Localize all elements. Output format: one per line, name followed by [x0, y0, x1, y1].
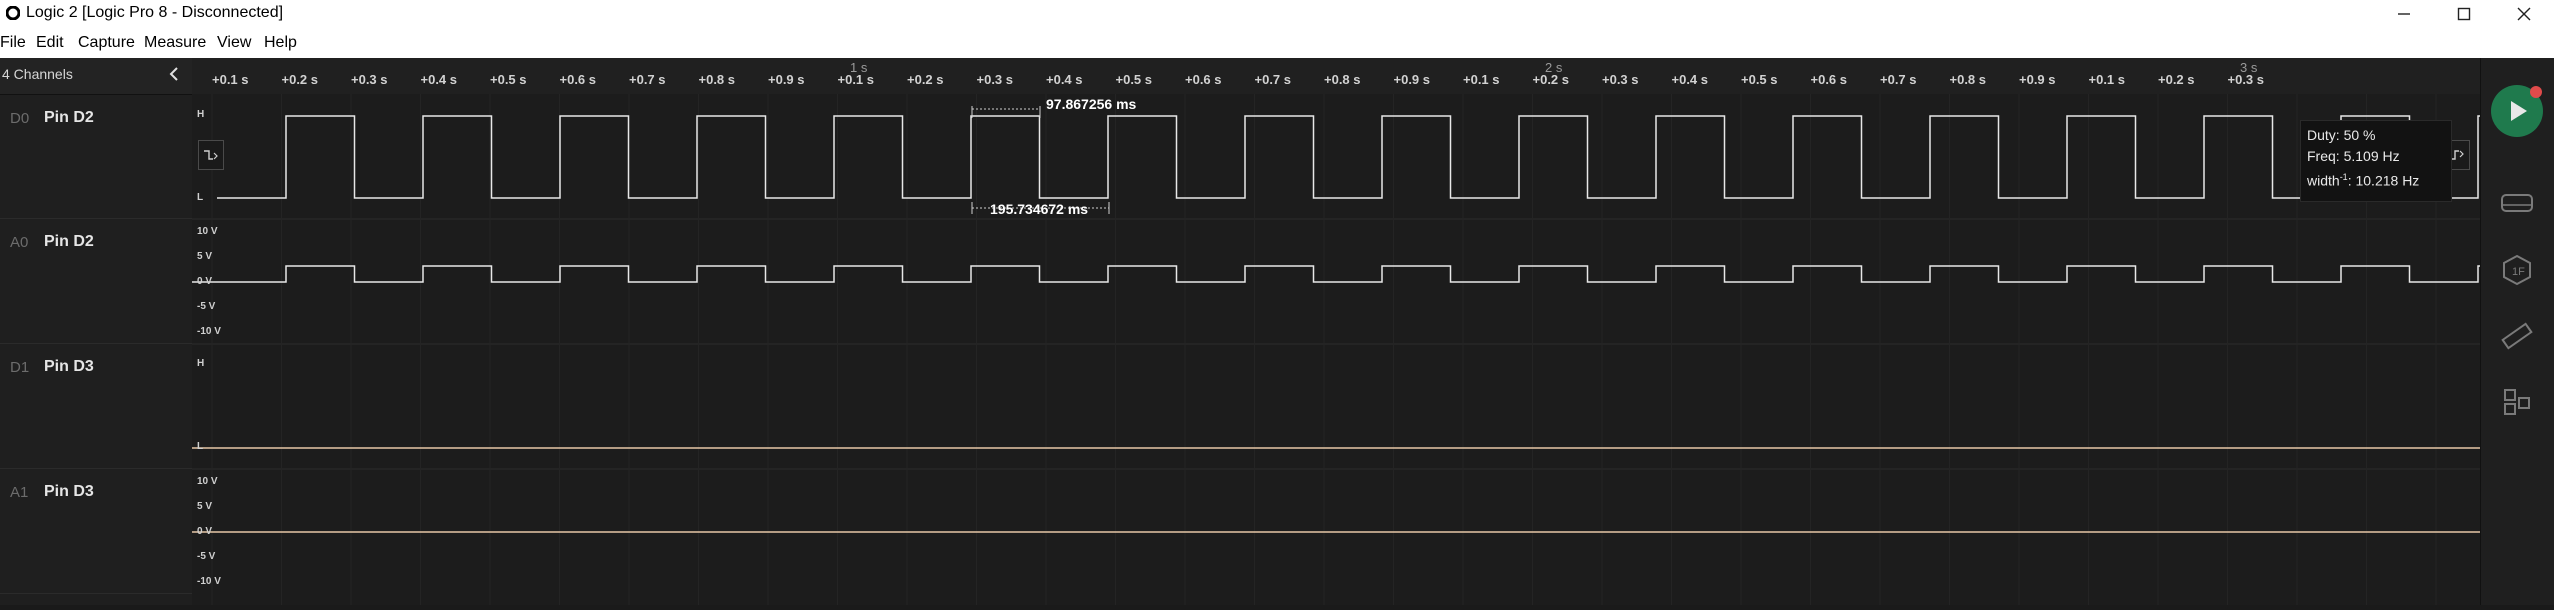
channel-id: D1	[10, 359, 30, 376]
channel-id: A1	[10, 484, 29, 501]
measurement-tooltip: Duty: 50 % Freq: 5.109 Hz width-1: 10.21…	[2300, 120, 2452, 202]
menu-measure[interactable]: Measure	[144, 34, 206, 52]
timeline-ruler[interactable]: 1 s2 s3 s +0.1 s +0.2 s +0.3 s +0.4 s +0.5 s +…	[192, 58, 2480, 95]
d0-high-label: H	[197, 109, 205, 120]
timeline-tick-label: +0.5 s	[490, 72, 527, 87]
timeline-tick-label: +0.5 s	[1741, 72, 1778, 87]
period-measurement: 195.734672 ms	[990, 201, 1089, 217]
falling-edge-icon	[204, 150, 218, 160]
start-capture-button[interactable]	[2488, 80, 2546, 138]
a1-10v-label: 10 V	[197, 476, 218, 487]
waveform-area[interactable]	[192, 94, 2506, 605]
timeline-tick-label: +0.9 s	[768, 72, 805, 87]
timeline-tick-label: +0.9 s	[2019, 72, 2056, 87]
timeline-tick-label: +0.7 s	[629, 72, 666, 87]
channel-row-a1[interactable]	[0, 469, 192, 594]
timeline-tick-label: +0.9 s	[1393, 72, 1431, 87]
menu-bar: File Edit Capture Measure View Help	[0, 27, 2554, 58]
timeline-tick-label: +0.4 s	[1671, 72, 1709, 87]
a0-0v-label: 0 V	[197, 276, 213, 287]
menu-help[interactable]: Help	[264, 34, 297, 52]
timeline-tick-label: +0.6 s	[559, 72, 597, 87]
a1-0v-label: 0 V	[197, 526, 213, 537]
channel-name[interactable]: Pin D2	[44, 233, 94, 251]
timeline-tick-label: +0.4 s	[1046, 72, 1083, 87]
channel-id: D0	[10, 110, 30, 127]
d1-low-label: L	[197, 441, 204, 452]
timeline-tick-label: +0.1 s	[2088, 72, 2126, 87]
app-logo-icon	[6, 6, 20, 20]
a0-5v-label: 5 V	[197, 251, 213, 262]
timeline-tick-label: +0.2 s	[1532, 72, 1570, 87]
extensions-icon[interactable]: 1F	[2499, 254, 2535, 286]
timeline-tick-label: +0.3 s	[2227, 72, 2265, 87]
minimize-icon	[2398, 12, 2410, 15]
menu-capture[interactable]: Capture	[78, 34, 135, 52]
window-title: Logic 2 [Logic Pro 8 - Disconnected]	[26, 4, 284, 21]
timeline-tick-label: +0.6 s	[1185, 72, 1222, 87]
waveform-canvas[interactable]	[192, 94, 2506, 605]
timeline-tick-label: +0.7 s	[1880, 72, 1917, 87]
d1-high-label: H	[197, 358, 205, 369]
width-frequency-text: width-1: 10.218 Hz	[2307, 167, 2445, 192]
menu-file[interactable]: File	[0, 34, 26, 52]
layout-grid-icon[interactable]	[2499, 386, 2535, 418]
channel-name[interactable]: Pin D2	[44, 109, 94, 127]
measure-ruler-icon[interactable]	[2499, 320, 2535, 352]
minimize-button[interactable]	[2374, 0, 2434, 27]
a0-10v-label: 10 V	[197, 226, 218, 237]
channel-id: A0	[10, 234, 29, 251]
channel-name[interactable]: Pin D3	[44, 358, 94, 376]
pulse-width-measurement: 97.867256 ms	[1046, 96, 1137, 112]
timeline-tick-label: +0.1 s	[837, 72, 875, 87]
a0-minus10v-label: -10 V	[197, 326, 221, 337]
width-superscript: -1	[2339, 172, 2348, 182]
timeline-tick-label: +0.3 s	[351, 72, 388, 87]
d0-low-label: L	[197, 192, 204, 203]
timeline-tick-label: +0.2 s	[281, 72, 319, 87]
timeline-tick-label: +0.3 s	[976, 72, 1014, 87]
timeline-tick-label: +0.1 s	[1463, 72, 1500, 87]
falling-edge-trigger-button[interactable]	[198, 140, 224, 170]
channel-count: 4 Channels	[2, 66, 73, 82]
close-icon	[2517, 7, 2531, 20]
width-prefix: width	[2307, 172, 2340, 189]
collapse-panel-icon[interactable]	[164, 64, 184, 84]
svg-text:1F: 1F	[2512, 266, 2525, 278]
timeline-tick-label: +0.6 s	[1810, 72, 1848, 87]
timeline-tick-label: +0.8 s	[698, 72, 736, 87]
timeline-tick-label: +0.7 s	[1254, 72, 1292, 87]
width-value: : 10.218 Hz	[2347, 172, 2420, 189]
a0-analog-waveform	[192, 265, 2480, 283]
a1-5v-label: 5 V	[197, 501, 213, 512]
close-button[interactable]	[2494, 0, 2554, 27]
timeline-tick-label: +0.2 s	[2158, 72, 2195, 87]
timeline-tick-label: +0.5 s	[1115, 72, 1153, 87]
d0-digital-waveform	[217, 115, 2480, 199]
a1-minus5v-label: -5 V	[197, 551, 216, 562]
menu-edit[interactable]: Edit	[36, 34, 64, 52]
channel-row-a0[interactable]	[0, 219, 192, 344]
duty-cycle-text: Duty: 50 %	[2307, 127, 2376, 143]
timeline-tick-label: +0.3 s	[1602, 72, 1639, 87]
maximize-button[interactable]	[2434, 0, 2494, 27]
a0-minus5v-label: -5 V	[197, 301, 216, 312]
timeline-tick-label: +0.1 s	[212, 72, 249, 87]
timeline-tick-label: +0.8 s	[1949, 72, 1987, 87]
channel-name[interactable]: Pin D3	[44, 483, 94, 501]
timeline-tick-label: +0.8 s	[1324, 72, 1361, 87]
maximize-icon	[2457, 7, 2471, 20]
menu-view[interactable]: View	[217, 34, 251, 52]
title-bar: Logic 2 [Logic Pro 8 - Disconnected]	[0, 0, 2554, 27]
frequency-text: Freq: 5.109 Hz	[2307, 148, 2400, 164]
analyzers-icon[interactable]	[2499, 187, 2535, 219]
timeline-tick-label: +0.2 s	[907, 72, 944, 87]
timeline-tick-label: +0.4 s	[420, 72, 458, 87]
a1-minus10v-label: -10 V	[197, 576, 221, 587]
